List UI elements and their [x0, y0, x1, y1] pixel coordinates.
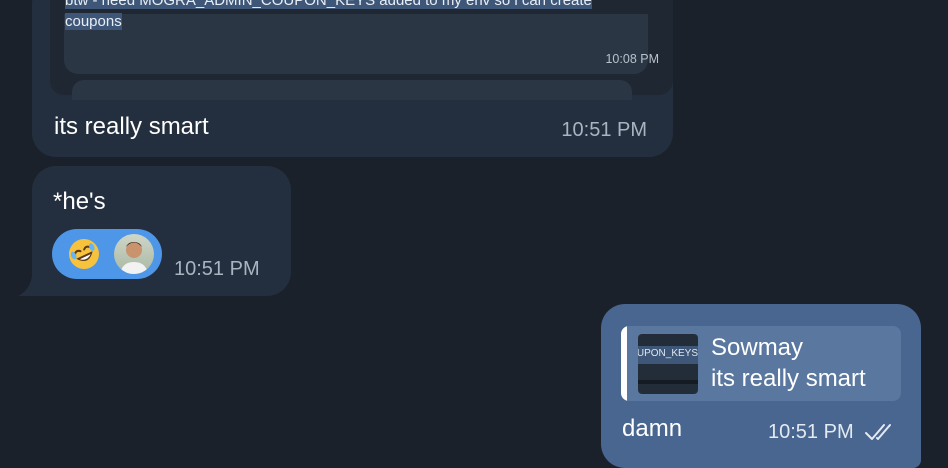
- quoted-message-time: 10:08 PM: [605, 52, 659, 66]
- reaction-chip[interactable]: [52, 229, 162, 279]
- quoted-message-text: btw - need MOGRA_ADMIN_COUPON_KEYS added…: [65, 0, 605, 32]
- reply-thumbnail: UPON_KEYS: [638, 334, 698, 394]
- message-time: 10:51 PM: [768, 421, 854, 443]
- reactor-avatar[interactable]: [114, 234, 154, 274]
- bubble-tail: [18, 276, 40, 296]
- outgoing-message-bubble[interactable]: UPON_KEYS Sowmay its really smart damn 1…: [601, 304, 921, 468]
- rolling-on-floor-laughing-icon: [69, 239, 99, 269]
- reply-preview[interactable]: UPON_KEYS Sowmay its really smart: [621, 326, 901, 401]
- thumbnail-text: UPON_KEYS: [638, 348, 698, 359]
- message-text: damn: [622, 415, 683, 442]
- message-time: 10:51 PM: [561, 119, 647, 141]
- message-text: *he's: [53, 188, 106, 215]
- quoted-message-edge: [72, 80, 632, 100]
- reply-accent-bar: [621, 326, 627, 401]
- incoming-message-bubble[interactable]: btw - need MOGRA_ADMIN_COUPON_KEYS added…: [32, 0, 673, 157]
- person-icon: [120, 242, 148, 274]
- thumbnail-divider: [638, 380, 698, 384]
- reply-sender-name: Sowmay: [711, 334, 804, 361]
- reply-text: its really smart: [711, 365, 866, 392]
- message-text: its really smart: [54, 113, 209, 140]
- double-check-icon: [865, 424, 891, 440]
- incoming-message-bubble[interactable]: *he's 10:51 PM: [18, 166, 291, 296]
- message-time: 10:51 PM: [174, 258, 260, 280]
- quoted-message-container[interactable]: btw - need MOGRA_ADMIN_COUPON_KEYS added…: [50, 0, 673, 100]
